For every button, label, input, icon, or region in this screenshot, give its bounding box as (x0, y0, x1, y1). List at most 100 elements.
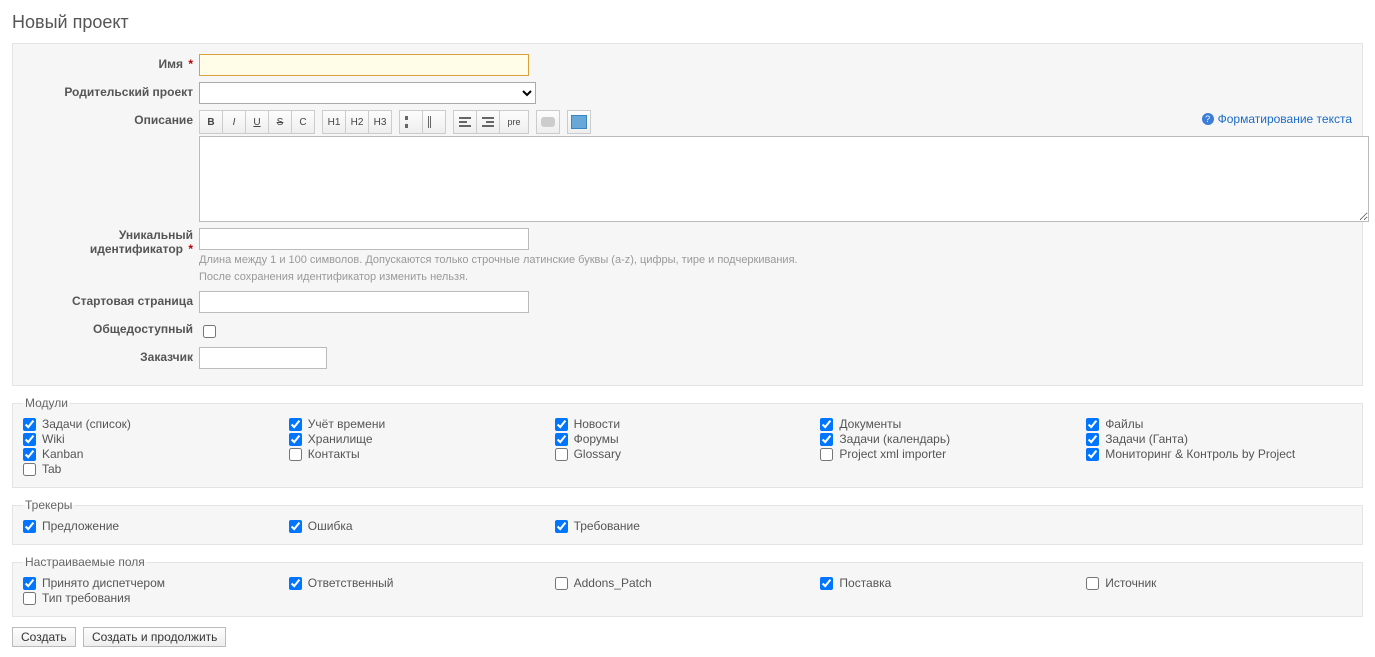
checkbox-item-[interactable]: Источник (1086, 576, 1352, 590)
checkbox-[interactable] (289, 520, 302, 533)
italic-button[interactable]: I (222, 110, 246, 134)
list-ol-icon (428, 116, 440, 128)
modules-fieldset: Модули Задачи (список)WikiKanbanTabУчёт … (12, 396, 1363, 488)
unordered-list-button[interactable] (399, 110, 423, 134)
checkbox-item-[interactable]: Форумы (555, 432, 821, 446)
checkbox-item-[interactable]: Документы (820, 417, 1086, 431)
label-name: Имя * (23, 54, 199, 71)
checkbox-item-[interactable]: Задачи (список) (23, 417, 289, 431)
checkbox-label: Задачи (Ганта) (1105, 432, 1188, 446)
label-description: Описание (23, 110, 199, 127)
checkbox-[interactable] (289, 448, 302, 461)
checkbox-item-wiki[interactable]: Wiki (23, 432, 289, 446)
checkbox-tab[interactable] (23, 463, 36, 476)
name-input[interactable] (199, 54, 529, 76)
h3-button[interactable]: H3 (368, 110, 392, 134)
checkbox-[interactable] (1086, 577, 1099, 590)
customer-input[interactable] (199, 347, 327, 369)
create-and-continue-button[interactable] (83, 627, 226, 647)
checkbox-item-[interactable]: Ошибка (289, 519, 555, 533)
strike-button[interactable]: S (268, 110, 292, 134)
h1-button[interactable]: H1 (322, 110, 346, 134)
text-formatting-help-link[interactable]: ? Форматирование текста (1202, 112, 1352, 126)
required-star: * (185, 57, 193, 71)
checkbox-label: Файлы (1105, 417, 1143, 431)
description-textarea[interactable] (199, 136, 1369, 222)
checkbox-label: Требование (574, 519, 640, 533)
image-button[interactable] (567, 110, 591, 134)
create-button[interactable] (12, 627, 76, 647)
checkbox-[interactable] (555, 433, 568, 446)
ordered-list-button[interactable] (422, 110, 446, 134)
checkbox-label: Форумы (574, 432, 619, 446)
checkbox-[interactable] (23, 592, 36, 605)
checkbox-wiki[interactable] (23, 433, 36, 446)
checkbox-item-tab[interactable]: Tab (23, 462, 289, 476)
custom-fields-fieldset: Настраиваемые поля Принято диспетчеромТи… (12, 555, 1363, 617)
checkbox-item-[interactable]: Ответственный (289, 576, 555, 590)
checkbox-item-[interactable]: Учёт времени (289, 417, 555, 431)
checkbox-label: Ошибка (308, 519, 353, 533)
checkbox-item-[interactable]: Хранилище (289, 432, 555, 446)
checkbox-label: Источник (1105, 576, 1156, 590)
checkbox-glossary[interactable] (555, 448, 568, 461)
checkbox-label: Мониторинг & Контроль by Project (1105, 447, 1295, 461)
underline-button[interactable]: U (245, 110, 269, 134)
project-form-box: Имя * Родительский проект Описание ? Фор… (12, 43, 1363, 386)
checkbox-[interactable] (820, 433, 833, 446)
checkbox-item-glossary[interactable]: Glossary (555, 447, 821, 461)
homepage-input[interactable] (199, 291, 529, 313)
parent-project-select[interactable] (199, 82, 536, 104)
checkbox-item-project-xml-importer[interactable]: Project xml importer (820, 447, 1086, 461)
checkbox-project-xml-importer[interactable] (820, 448, 833, 461)
checkbox-item-[interactable]: Файлы (1086, 417, 1352, 431)
identifier-input[interactable] (199, 228, 529, 250)
checkbox-item-addons-patch[interactable]: Addons_Patch (555, 576, 821, 590)
checkbox-item-[interactable]: Задачи (календарь) (820, 432, 1086, 446)
inline-code-button[interactable]: C (291, 110, 315, 134)
checkbox-[interactable] (289, 433, 302, 446)
checkbox-[interactable] (1086, 418, 1099, 431)
checkbox-[interactable] (23, 520, 36, 533)
checkbox-item-[interactable]: Требование (555, 519, 821, 533)
link-button[interactable] (536, 110, 560, 134)
checkbox-[interactable] (289, 577, 302, 590)
checkbox-by-project[interactable] (1086, 448, 1099, 461)
public-checkbox[interactable] (203, 325, 216, 338)
page-title: Новый проект (12, 12, 1363, 33)
bold-button[interactable]: B (199, 110, 223, 134)
checkbox-[interactable] (820, 577, 833, 590)
checkbox-item-[interactable]: Контакты (289, 447, 555, 461)
checkbox-item-[interactable]: Предложение (23, 519, 289, 533)
checkbox-[interactable] (555, 520, 568, 533)
trackers-legend: Трекеры (23, 498, 74, 512)
outdent-button[interactable] (453, 110, 477, 134)
checkbox-[interactable] (1086, 433, 1099, 446)
checkbox-item-by-project[interactable]: Мониторинг & Контроль by Project (1086, 447, 1352, 461)
checkbox-kanban[interactable] (23, 448, 36, 461)
checkbox-[interactable] (23, 577, 36, 590)
checkbox-item-[interactable]: Новости (555, 417, 821, 431)
checkbox-[interactable] (820, 418, 833, 431)
checkbox-label: Новости (574, 417, 620, 431)
checkbox-item-[interactable]: Тип требования (23, 591, 289, 605)
checkbox-addons-patch[interactable] (555, 577, 568, 590)
checkbox-item-[interactable]: Поставка (820, 576, 1086, 590)
list-ul-icon (405, 116, 417, 128)
indent-button[interactable] (476, 110, 500, 134)
checkbox-label: Project xml importer (839, 447, 946, 461)
checkbox-[interactable] (555, 418, 568, 431)
checkbox-item-kanban[interactable]: Kanban (23, 447, 289, 461)
pre-button[interactable]: pre (499, 110, 529, 134)
label-public: Общедоступный (23, 319, 199, 336)
checkbox-[interactable] (23, 418, 36, 431)
checkbox-label: Задачи (список) (42, 417, 131, 431)
checkbox-item-[interactable]: Принято диспетчером (23, 576, 289, 590)
checkbox-item-[interactable]: Задачи (Ганта) (1086, 432, 1352, 446)
checkbox-label: Контакты (308, 447, 360, 461)
h2-button[interactable]: H2 (345, 110, 369, 134)
checkbox-label: Addons_Patch (574, 576, 652, 590)
checkbox-[interactable] (289, 418, 302, 431)
link-icon (541, 117, 555, 127)
checkbox-label: Тип требования (42, 591, 130, 605)
